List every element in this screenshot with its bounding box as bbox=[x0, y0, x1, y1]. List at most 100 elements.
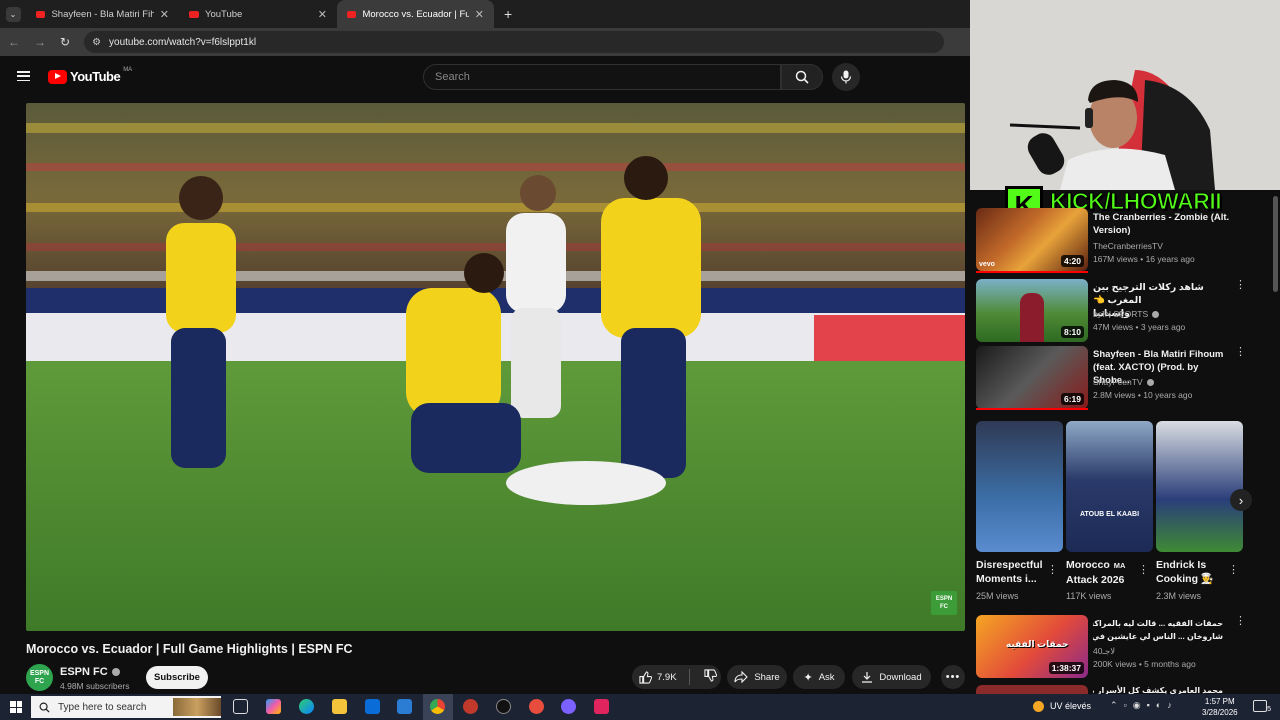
windows-start-icon[interactable] bbox=[10, 701, 22, 713]
subscribe-button[interactable]: Subscribe bbox=[146, 666, 208, 689]
menu-icon[interactable] bbox=[17, 71, 30, 81]
title-line: شاروخان ... الناس لي عايشين في أوروبا bbox=[1093, 632, 1223, 641]
new-tab-icon[interactable]: + bbox=[504, 6, 512, 22]
app-icon[interactable] bbox=[529, 699, 544, 714]
related-video-thumbnail[interactable] bbox=[976, 685, 1088, 694]
scrollbar-thumb[interactable] bbox=[1273, 196, 1278, 292]
youtube-logo[interactable]: YouTube MA bbox=[48, 67, 132, 84]
verified-icon bbox=[1146, 378, 1154, 386]
task-view-icon[interactable] bbox=[233, 699, 248, 714]
related-video-channel[interactable]: beIN SPORTS bbox=[1093, 308, 1160, 320]
ask-button[interactable]: ✦ Ask bbox=[793, 665, 845, 689]
taskbar-search-box[interactable]: Type here to search bbox=[31, 696, 221, 718]
more-options-icon[interactable]: ⋮ bbox=[1228, 565, 1239, 576]
title-line: Version) bbox=[1093, 225, 1131, 236]
file-explorer-icon[interactable] bbox=[332, 699, 347, 714]
short-title[interactable]: Morocco MA Attack 2026 bbox=[1066, 558, 1141, 587]
reload-icon[interactable]: ↻ bbox=[60, 35, 70, 49]
verified-icon bbox=[111, 668, 120, 676]
verified-icon bbox=[1152, 310, 1160, 318]
search-icon bbox=[795, 70, 809, 84]
back-icon[interactable]: ← bbox=[8, 35, 20, 49]
clock[interactable]: 1:57 PM 3/28/2026 bbox=[1202, 696, 1238, 718]
related-video-channel[interactable]: لاجـ40 bbox=[1093, 645, 1115, 657]
short-title[interactable]: Disrespectful Moments i... bbox=[976, 558, 1051, 586]
related-video-thumbnail[interactable]: 6:19 bbox=[976, 346, 1088, 409]
shorts-next-button[interactable]: › bbox=[1230, 489, 1252, 511]
related-video-thumbnail[interactable]: vevo 4:20 bbox=[976, 208, 1088, 271]
short-thumbnail[interactable] bbox=[976, 421, 1063, 552]
related-video-title[interactable]: محمد العامري يكشف كل الأسرار بعد تعادل bbox=[1093, 684, 1223, 694]
video-player[interactable]: ESPN FC bbox=[26, 103, 965, 631]
more-options-icon[interactable]: ⋮ bbox=[1047, 565, 1058, 576]
short-views: 117K views bbox=[1066, 591, 1112, 601]
weather-text[interactable]: UV élevés bbox=[1050, 701, 1091, 711]
channel-name-link[interactable]: ESPN FC bbox=[60, 666, 120, 678]
related-video-thumbnail[interactable]: حمقات الفقيه 1:38:37 bbox=[976, 615, 1088, 678]
channel-label: ShayFeenTV bbox=[1093, 377, 1143, 387]
store-icon[interactable] bbox=[365, 699, 380, 714]
more-horizontal-icon: ••• bbox=[945, 671, 961, 683]
vevo-logo: vevo bbox=[979, 261, 995, 268]
youtube-favicon-icon bbox=[189, 10, 199, 18]
short-title[interactable]: Endrick Is Cooking 👨‍🍳 bbox=[1156, 558, 1231, 586]
app-icon[interactable] bbox=[397, 699, 412, 714]
related-video-title[interactable]: The Cranberries - Zombie (Alt. Version) bbox=[1093, 211, 1233, 237]
related-video-title[interactable]: حمقات الفقيه ... قالت ليه بالمراكشية أنا… bbox=[1093, 617, 1223, 643]
browser-tab-morocco-ecuador[interactable]: Morocco vs. Ecuador | Full Gam ✕ bbox=[337, 0, 494, 28]
address-bar[interactable]: ⚙ youtube.com/watch?v=f6lslppt1kl bbox=[84, 31, 945, 53]
close-tab-icon[interactable]: ✕ bbox=[475, 8, 484, 21]
channel-avatar[interactable]: ESPN FC bbox=[26, 664, 53, 691]
more-options-icon[interactable]: ⋮ bbox=[1138, 565, 1149, 576]
title-line: Cooking 👨‍🍳 bbox=[1156, 573, 1214, 585]
short-thumbnail[interactable]: ATOUB EL KAABI bbox=[1066, 421, 1153, 552]
browser-tab-youtube[interactable]: YouTube ✕ bbox=[179, 0, 337, 28]
more-actions-button[interactable]: ••• bbox=[941, 665, 965, 689]
related-video-meta: 200K views • 5 months ago bbox=[1093, 659, 1196, 669]
search-input[interactable]: Search bbox=[423, 64, 781, 90]
share-button[interactable]: Share bbox=[727, 665, 787, 689]
edge-icon[interactable] bbox=[299, 699, 314, 714]
voice-search-button[interactable] bbox=[832, 63, 860, 91]
title-line: Attack 2026 bbox=[1066, 574, 1125, 586]
short-thumbnail[interactable] bbox=[1156, 421, 1243, 552]
related-video-channel[interactable]: ShayFeenTV bbox=[1093, 376, 1154, 388]
flag-badge: MA bbox=[1113, 561, 1126, 570]
notification-icon[interactable]: 5 bbox=[1253, 700, 1271, 713]
browser-tab-strip: ⌄ Shayfeen - Bla Matiri Fihoum (f ✕ YouT… bbox=[0, 0, 970, 28]
more-options-icon[interactable]: ⋮ bbox=[1235, 280, 1246, 291]
dislike-button[interactable] bbox=[703, 669, 717, 685]
like-button[interactable]: 7.9K bbox=[639, 670, 677, 684]
forward-icon[interactable]: → bbox=[34, 35, 46, 49]
more-options-icon[interactable]: ⋮ bbox=[1235, 347, 1246, 358]
download-label: Download bbox=[879, 671, 922, 683]
site-info-icon[interactable]: ⚙ bbox=[92, 37, 101, 48]
chrome-icon[interactable] bbox=[430, 699, 445, 714]
app-icon[interactable] bbox=[594, 699, 609, 714]
system-tray-icons[interactable]: ⌃▫◉▪◐♪ bbox=[1110, 700, 1178, 711]
close-tab-icon[interactable]: ✕ bbox=[318, 8, 327, 21]
youtube-play-icon bbox=[48, 69, 67, 84]
close-tab-icon[interactable]: ✕ bbox=[160, 8, 169, 21]
video-title: Morocco vs. Ecuador | Full Game Highligh… bbox=[26, 642, 353, 656]
related-video-channel[interactable]: TheCranberriesTV bbox=[1093, 240, 1163, 252]
download-button[interactable]: Download bbox=[852, 665, 931, 689]
copilot-icon[interactable] bbox=[266, 699, 281, 714]
more-options-icon[interactable]: ⋮ bbox=[1235, 616, 1246, 627]
related-video-thumbnail[interactable]: 8:10 bbox=[976, 279, 1088, 342]
clock-date: 3/28/2026 bbox=[1202, 708, 1238, 717]
weather-icon[interactable] bbox=[1033, 701, 1044, 712]
youtube-favicon-icon bbox=[36, 10, 46, 18]
search-button[interactable] bbox=[781, 64, 823, 90]
short-views: 2.3M views bbox=[1156, 591, 1202, 601]
download-icon bbox=[862, 672, 873, 683]
tab-search-button[interactable]: ⌄ bbox=[0, 6, 26, 22]
app-icon[interactable] bbox=[463, 699, 478, 714]
4k-app-icon[interactable] bbox=[496, 699, 511, 714]
discord-icon[interactable] bbox=[561, 699, 576, 714]
search-icon bbox=[39, 702, 50, 713]
share-icon bbox=[734, 671, 749, 683]
title-line: شاهد ركلات الترجيح بين المغرب 👈 bbox=[1093, 282, 1204, 306]
player-figure bbox=[1020, 293, 1044, 342]
browser-tab-shayfeen[interactable]: Shayfeen - Bla Matiri Fihoum (f ✕ bbox=[26, 0, 179, 28]
